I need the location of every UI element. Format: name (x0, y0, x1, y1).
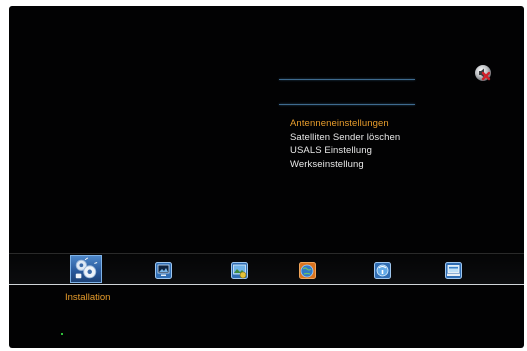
selected-menu-caption: Installation (65, 292, 111, 303)
mute-icon (474, 64, 492, 82)
main-menu-bar (9, 253, 524, 285)
title-divider-bottom (279, 104, 415, 105)
globe-icon (299, 262, 316, 279)
menu-item-factory-reset[interactable]: Werkseinstellung (290, 158, 400, 172)
taskbar-installation[interactable] (70, 255, 102, 283)
system-icon (445, 262, 462, 279)
menu-item-antenna-settings[interactable]: Antenneneinstellungen (290, 117, 400, 131)
menu-item-usals-settings[interactable]: USALS Einstellung (290, 144, 400, 158)
menu-item-delete-satellite-channels[interactable]: Satelliten Sender löschen (290, 131, 400, 145)
taskbar-media[interactable] (231, 262, 248, 279)
installation-submenu: Antenneneinstellungen Satelliten Sender … (290, 117, 400, 171)
taskbar-globe[interactable] (299, 262, 316, 279)
media-icon (231, 262, 248, 279)
tv-icon (155, 262, 172, 279)
tv-screen: Antenneneinstellungen Satelliten Sender … (9, 6, 524, 348)
status-indicator-dot (61, 333, 63, 335)
taskbar-info[interactable] (374, 262, 391, 279)
taskbar-tv[interactable] (155, 262, 172, 279)
taskbar-system[interactable] (445, 262, 462, 279)
installation-icon (75, 257, 98, 279)
menu-title-bar (279, 79, 415, 106)
title-divider-top (279, 79, 415, 80)
info-icon (374, 262, 391, 279)
